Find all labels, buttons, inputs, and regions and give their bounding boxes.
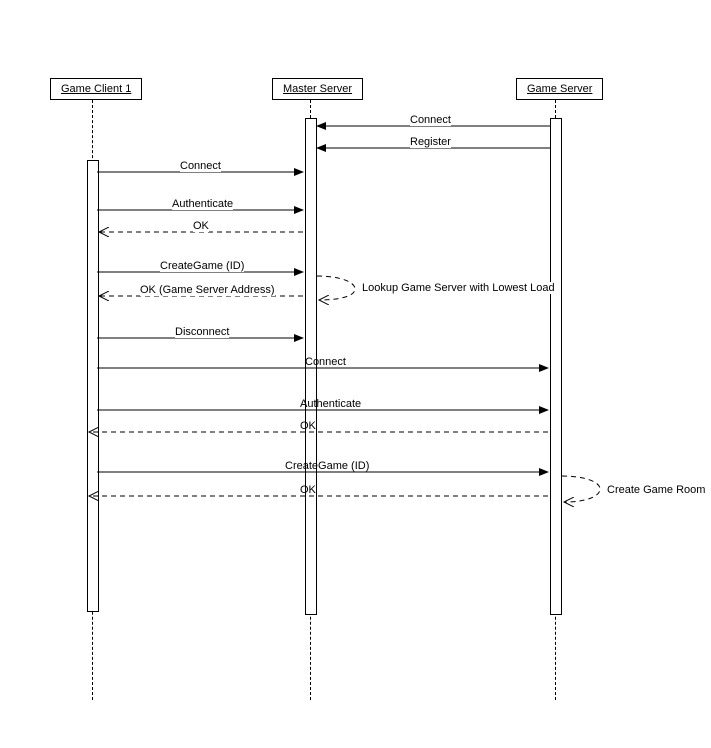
- msg-authenticate-1: Authenticate: [172, 198, 233, 210]
- activation-client: [87, 160, 99, 612]
- participant-game: Game Server: [516, 78, 603, 100]
- msg-register: Register: [410, 136, 451, 148]
- arrows-layer: [0, 0, 711, 748]
- msg-authenticate-2: Authenticate: [300, 398, 361, 410]
- note-lookup: Lookup Game Server with Lowest Load: [362, 282, 555, 294]
- msg-ok-1: OK: [193, 220, 209, 232]
- msg-connect-2: Connect: [180, 160, 221, 172]
- msg-ok-3: OK: [300, 484, 316, 496]
- activation-game: [550, 118, 562, 615]
- msg-creategame-1: CreateGame (ID): [160, 260, 244, 272]
- participant-master: Master Server: [272, 78, 363, 100]
- msg-ok-2: OK: [300, 420, 316, 432]
- msg-connect-3: Connect: [305, 356, 346, 368]
- msg-ok-addr: OK (Game Server Address): [140, 284, 275, 296]
- msg-connect-1: Connect: [410, 114, 451, 126]
- participant-client: Game Client 1: [50, 78, 142, 100]
- msg-disconnect: Disconnect: [175, 326, 229, 338]
- sequence-diagram: Game Client 1 Master Server Game Server: [0, 0, 711, 748]
- note-create-room: Create Game Room: [607, 484, 705, 496]
- msg-creategame-2: CreateGame (ID): [285, 460, 369, 472]
